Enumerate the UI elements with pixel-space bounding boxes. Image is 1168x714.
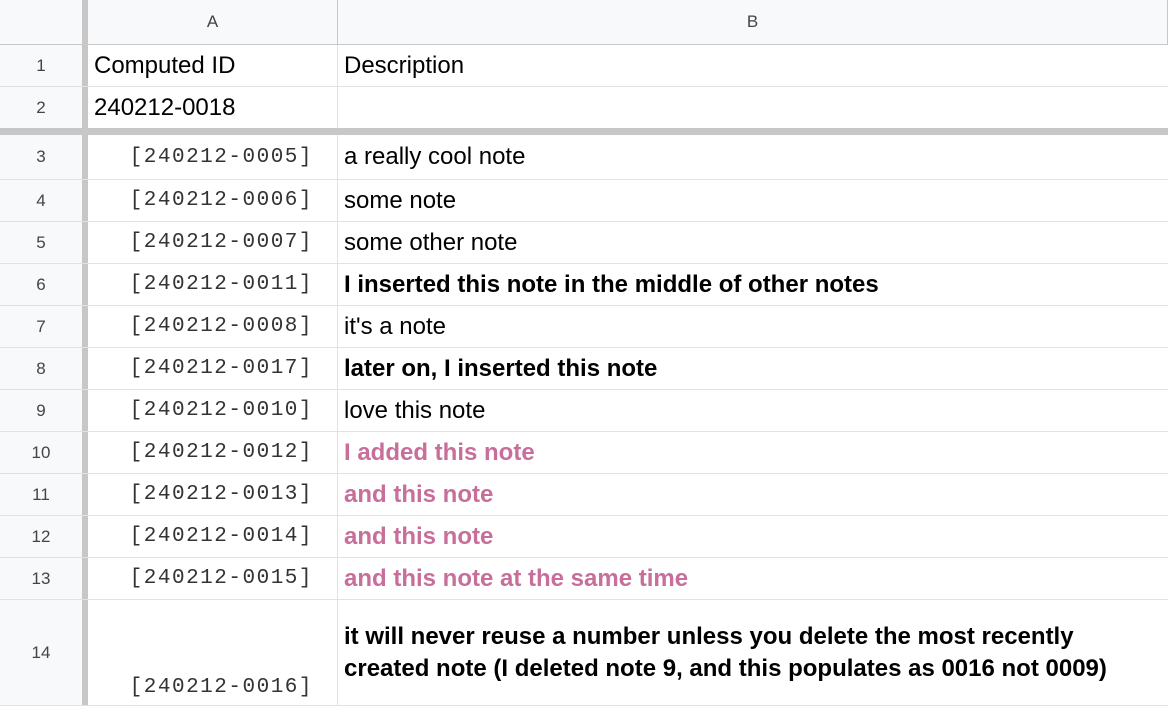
cell-b13[interactable]: and this note at the same time [338, 558, 1168, 599]
row-header[interactable]: 12 [0, 516, 88, 557]
cell-b11[interactable]: and this note [338, 474, 1168, 515]
row-header[interactable]: 4 [0, 180, 88, 221]
row-header[interactable]: 9 [0, 390, 88, 431]
cell-a7[interactable]: [240212-0008] [88, 306, 338, 347]
table-row: 6 [240212-0011] I inserted this note in … [0, 264, 1168, 306]
table-row: 11 [240212-0013] and this note [0, 474, 1168, 516]
table-row: 14 [240212-0016] it will never reuse a n… [0, 600, 1168, 706]
table-row: 7 [240212-0008] it's a note [0, 306, 1168, 348]
table-row: 8 [240212-0017] later on, I inserted thi… [0, 348, 1168, 390]
row-header[interactable]: 2 [0, 87, 88, 128]
row-header[interactable]: 14 [0, 600, 88, 705]
cell-b6[interactable]: I inserted this note in the middle of ot… [338, 264, 1168, 305]
cell-b12[interactable]: and this note [338, 516, 1168, 557]
row-header[interactable]: 11 [0, 474, 88, 515]
cell-a2[interactable]: 240212-0018 [88, 87, 338, 128]
cell-a1[interactable]: Computed ID [88, 45, 338, 86]
column-header-row: A B [0, 0, 1168, 45]
cell-b4[interactable]: some note [338, 180, 1168, 221]
column-header-a[interactable]: A [88, 0, 338, 44]
table-row: 10 [240212-0012] I added this note [0, 432, 1168, 474]
cell-b14[interactable]: it will never reuse a number unless you … [338, 600, 1168, 705]
cell-b1[interactable]: Description [338, 45, 1168, 86]
cell-a3[interactable]: [240212-0005] [88, 135, 338, 179]
cell-a6[interactable]: [240212-0011] [88, 264, 338, 305]
table-row: 9 [240212-0010] love this note [0, 390, 1168, 432]
row-header[interactable]: 6 [0, 264, 88, 305]
table-row: 2 240212-0018 [0, 87, 1168, 128]
table-row: 3 [240212-0005] a really cool note [0, 135, 1168, 180]
cell-a9[interactable]: [240212-0010] [88, 390, 338, 431]
cell-b9[interactable]: love this note [338, 390, 1168, 431]
cell-a10[interactable]: [240212-0012] [88, 432, 338, 473]
row-header[interactable]: 1 [0, 45, 88, 86]
cell-a13[interactable]: [240212-0015] [88, 558, 338, 599]
cell-b7[interactable]: it's a note [338, 306, 1168, 347]
cell-a12[interactable]: [240212-0014] [88, 516, 338, 557]
cell-a14[interactable]: [240212-0016] [88, 600, 338, 705]
cell-b8[interactable]: later on, I inserted this note [338, 348, 1168, 389]
column-header-b[interactable]: B [338, 0, 1168, 44]
spreadsheet-grid: A B 1 Computed ID Description 2 240212-0… [0, 0, 1168, 714]
row-header[interactable]: 7 [0, 306, 88, 347]
cell-b5[interactable]: some other note [338, 222, 1168, 263]
cell-a5[interactable]: [240212-0007] [88, 222, 338, 263]
row-header[interactable]: 8 [0, 348, 88, 389]
table-row: 5 [240212-0007] some other note [0, 222, 1168, 264]
cell-b2[interactable] [338, 87, 1168, 128]
table-row: 4 [240212-0006] some note [0, 180, 1168, 222]
table-row: 12 [240212-0014] and this note [0, 516, 1168, 558]
select-all-corner[interactable] [0, 0, 88, 44]
table-row: 13 [240212-0015] and this note at the sa… [0, 558, 1168, 600]
cell-a8[interactable]: [240212-0017] [88, 348, 338, 389]
cell-a4[interactable]: [240212-0006] [88, 180, 338, 221]
row-header[interactable]: 3 [0, 135, 88, 179]
cell-b10[interactable]: I added this note [338, 432, 1168, 473]
cell-b3[interactable]: a really cool note [338, 135, 1168, 179]
row-header[interactable]: 10 [0, 432, 88, 473]
row-header[interactable]: 5 [0, 222, 88, 263]
frozen-rows-divider[interactable] [0, 128, 1168, 135]
cell-a11[interactable]: [240212-0013] [88, 474, 338, 515]
table-row: 1 Computed ID Description [0, 45, 1168, 87]
row-header[interactable]: 13 [0, 558, 88, 599]
